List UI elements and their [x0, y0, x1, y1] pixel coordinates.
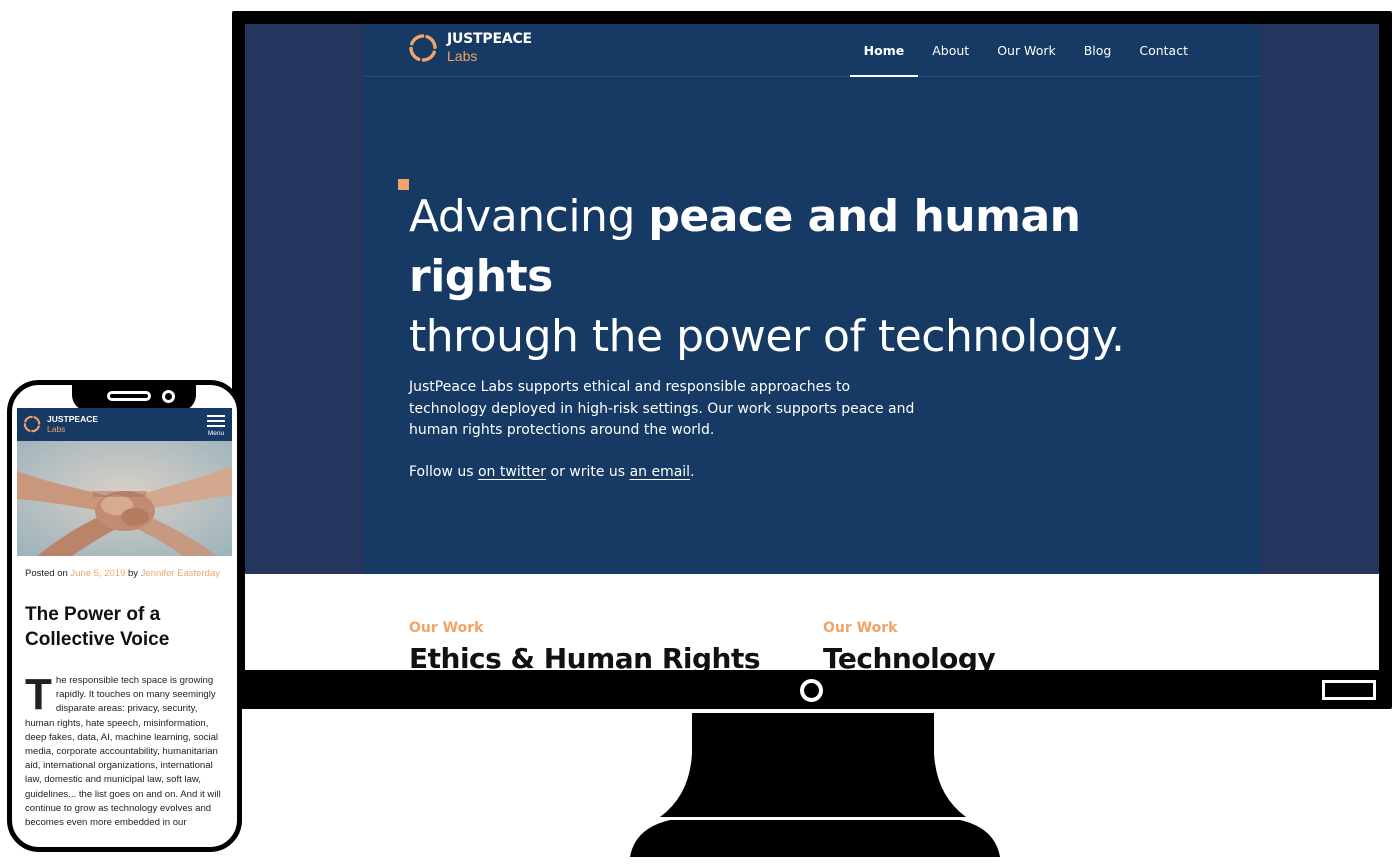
twitter-link[interactable]: on twitter — [478, 464, 546, 480]
post-meta: Posted on June 5, 2019 by Jennifer Easte… — [25, 567, 225, 581]
hamburger-icon — [207, 420, 225, 422]
work-kicker[interactable]: Our Work — [823, 620, 995, 636]
follow-prefix: Follow us — [409, 464, 478, 480]
joined-hands-image — [17, 441, 232, 556]
monitor-stand-base — [630, 820, 1000, 857]
hero-side-right — [1260, 24, 1379, 574]
work-title[interactable]: Technology — [823, 642, 996, 670]
mobile-logo-wordmark[interactable]: JUSTPEACE — [47, 414, 98, 424]
work-title[interactable]: Ethics & Human Rights — [409, 642, 761, 670]
menu-label: Menu — [207, 430, 225, 437]
drop-cap: T — [25, 670, 52, 719]
work-column-technology: Our Work Technology — [823, 620, 996, 670]
post-body-text: he responsible tech space is growing rap… — [25, 675, 221, 829]
headline-part2: through the power of technology. — [409, 311, 1125, 362]
hero-intro: JustPeace Labs supports ethical and resp… — [409, 379, 915, 438]
post-featured-image — [17, 441, 232, 556]
phone-camera-icon — [162, 390, 175, 403]
phone-speaker-icon — [107, 391, 151, 401]
post-date-link[interactable]: June 5, 2019 — [70, 568, 125, 579]
posted-on-label: Posted on — [25, 568, 71, 579]
main-nav: Home About Our Work Blog Contact — [849, 24, 1202, 77]
logo-subtitle[interactable]: Labs — [447, 48, 477, 64]
hero-section: JUSTPEACE Labs Home About Our Work Blog … — [364, 24, 1260, 574]
email-link[interactable]: an email — [630, 464, 691, 480]
hero-follow-line: Follow us on twitter or write us an emai… — [409, 462, 695, 484]
nav-contact[interactable]: Contact — [1125, 24, 1202, 77]
logo-ring-icon[interactable] — [408, 33, 438, 63]
post-title: The Power of a Collective Voice — [25, 604, 170, 650]
post-author-link[interactable]: Jennifer Easterday — [141, 568, 220, 579]
hamburger-icon — [207, 425, 225, 427]
nav-home[interactable]: Home — [849, 24, 919, 77]
monitor-port-icon — [1322, 680, 1376, 700]
logo-ring-icon[interactable] — [23, 415, 41, 433]
power-button-icon — [800, 679, 823, 702]
mobile-header: JUSTPEACE Labs Menu — [17, 408, 232, 441]
work-column-ethics: Our Work Ethics & Human Rights — [409, 620, 761, 670]
phone-frame: JUSTPEACE Labs Menu Posted on June 5, 20… — [7, 380, 242, 852]
nav-blog[interactable]: Blog — [1070, 24, 1126, 77]
hamburger-menu-button[interactable]: Menu — [205, 413, 227, 437]
hamburger-icon — [207, 415, 225, 417]
follow-middle: or write us — [546, 464, 630, 480]
accent-square — [398, 179, 409, 190]
hero-side-left — [245, 24, 364, 574]
follow-suffix: . — [690, 464, 695, 480]
desktop-screen: JUSTPEACE Labs Home About Our Work Blog … — [245, 24, 1379, 670]
mobile-logo-subtitle[interactable]: Labs — [47, 424, 65, 434]
headline-part1: Advancing — [409, 191, 649, 242]
nav-about[interactable]: About — [918, 24, 983, 77]
by-label: by — [125, 568, 141, 579]
logo-wordmark[interactable]: JUSTPEACE — [447, 31, 532, 47]
nav-our-work[interactable]: Our Work — [983, 24, 1070, 77]
post-body: The responsible tech space is growing ra… — [25, 670, 225, 830]
site-header: JUSTPEACE Labs Home About Our Work Blog … — [364, 24, 1260, 77]
monitor-stand-neck — [660, 713, 966, 817]
work-kicker[interactable]: Our Work — [409, 620, 760, 636]
hero-headline: Advancing peace and human rights through … — [409, 187, 1239, 367]
